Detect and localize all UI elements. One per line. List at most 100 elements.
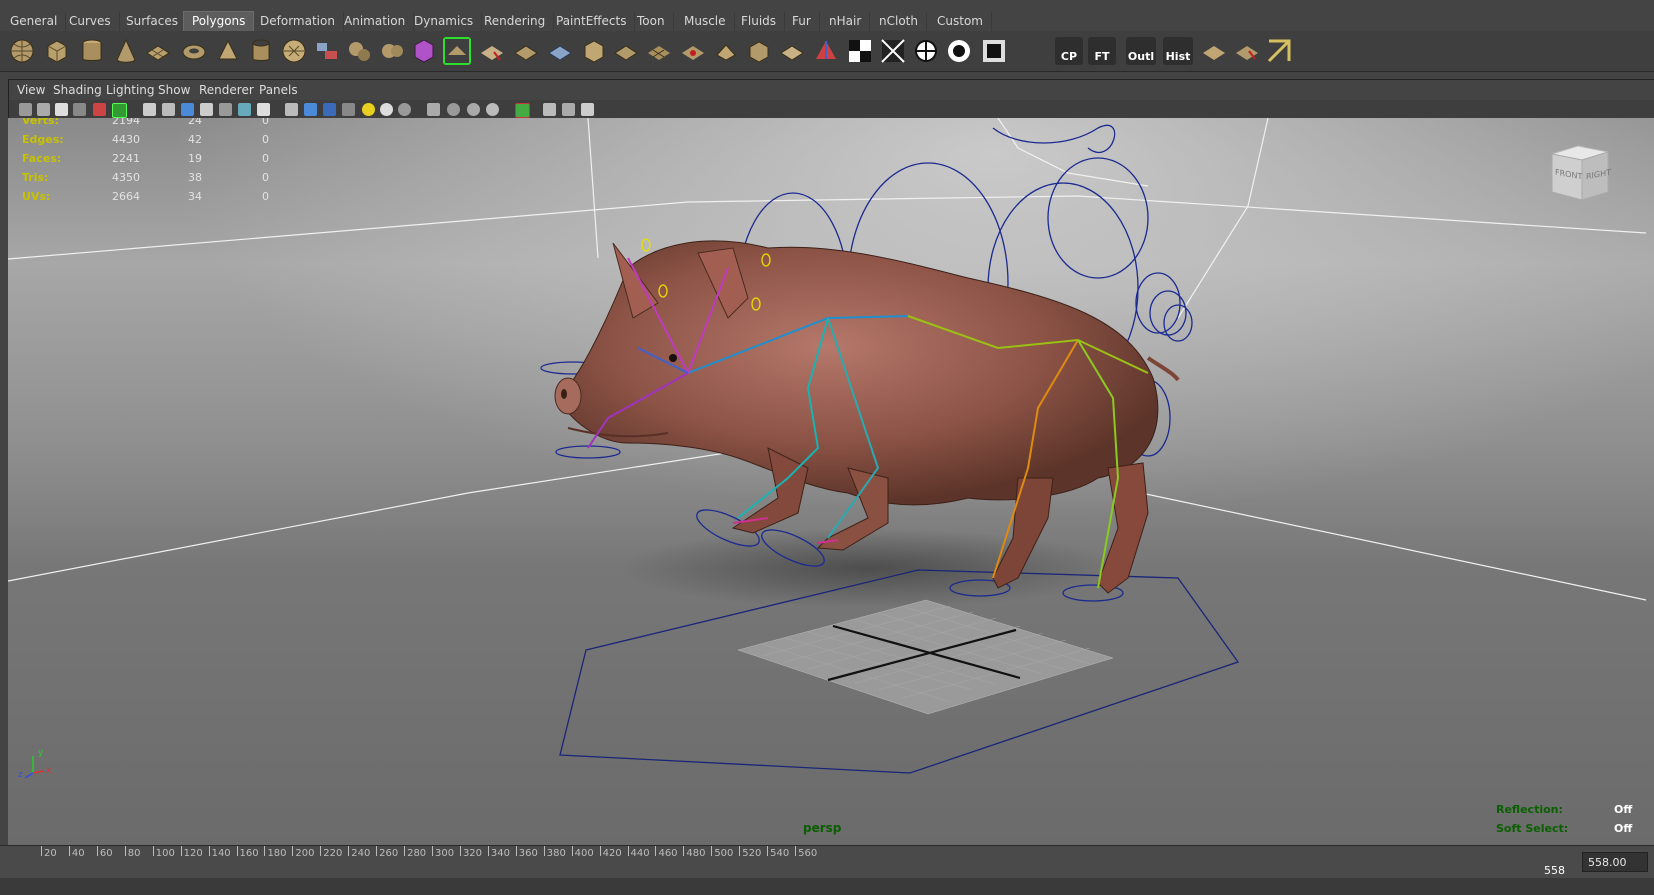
reduce-icon[interactable] — [410, 37, 438, 65]
use-all-lights-icon[interactable] — [362, 103, 375, 116]
tab-custom[interactable]: Custom — [929, 12, 992, 31]
image-plane-icon[interactable] — [73, 103, 86, 116]
field-chart-icon[interactable] — [219, 103, 232, 116]
append-polygon-icon[interactable] — [512, 37, 540, 65]
cp-button[interactable]: CP — [1055, 37, 1083, 65]
menu-panels[interactable]: Panels — [259, 83, 298, 97]
outliner-button[interactable]: Outl — [1126, 37, 1156, 65]
spherical-map-icon[interactable] — [945, 37, 973, 65]
poly-pipe-icon[interactable] — [247, 37, 275, 65]
tab-rendering[interactable]: Rendering — [476, 12, 555, 31]
uv-editor-icon[interactable] — [1200, 37, 1228, 65]
current-time-field[interactable]: 558.00 — [1582, 852, 1648, 872]
uv-checker-icon[interactable] — [846, 37, 874, 65]
tab-fur[interactable]: Fur — [784, 12, 820, 31]
bookmarks-icon[interactable] — [55, 103, 68, 116]
gate-mask-icon[interactable] — [200, 103, 213, 116]
hypergraph-button[interactable]: Hist — [1163, 37, 1193, 65]
time-tick — [767, 846, 769, 856]
tab-fluids[interactable]: Fluids — [733, 12, 786, 31]
planar-map-icon[interactable] — [879, 37, 907, 65]
safe-title-icon[interactable] — [257, 103, 270, 116]
frame-all-icon[interactable] — [543, 103, 556, 116]
tab-painteffects[interactable]: PaintEffects — [548, 12, 636, 31]
extrude-icon[interactable] — [443, 37, 471, 65]
tab-curves[interactable]: Curves — [61, 12, 120, 31]
bridge-icon[interactable] — [478, 37, 506, 65]
resolution-gate-icon[interactable] — [181, 103, 194, 116]
fill-hole-icon[interactable] — [778, 37, 806, 65]
chamfer-icon[interactable] — [712, 37, 740, 65]
tab-muscle[interactable]: Muscle — [676, 12, 735, 31]
select-tool-icon[interactable] — [1233, 37, 1261, 65]
tab-polygons[interactable]: Polygons — [183, 11, 255, 31]
poly-cube-icon[interactable] — [43, 37, 71, 65]
time-tick — [320, 846, 322, 856]
menu-renderer[interactable]: Renderer — [199, 83, 254, 97]
poly-cylinder-icon[interactable] — [78, 37, 106, 65]
offset-edge-loop-icon[interactable] — [612, 37, 640, 65]
wedge-icon[interactable] — [645, 37, 673, 65]
wireframe-icon[interactable] — [285, 103, 298, 116]
poly-plane-icon[interactable] — [144, 37, 172, 65]
poly-sphere-icon[interactable] — [8, 37, 36, 65]
grid-icon[interactable] — [143, 103, 156, 116]
time-tick — [68, 846, 70, 856]
time-slider[interactable]: 20 40 60 80 100 120 140 160 180 200 220 240 260 280 30… — [0, 845, 1654, 879]
menu-shading[interactable]: Shading — [53, 83, 102, 97]
bevel-icon[interactable] — [745, 37, 773, 65]
tab-toon[interactable]: Toon — [629, 12, 674, 31]
tab-deformation[interactable]: Deformation — [252, 12, 344, 31]
shadows-icon[interactable] — [380, 103, 393, 116]
smooth-icon[interactable] — [378, 37, 406, 65]
select-highlight-icon[interactable] — [515, 103, 530, 118]
perspective-viewport[interactable]: y x z Verts: 2194 24 0 Edges: 4430 42 0 Faces:… — [8, 118, 1654, 845]
tab-ncloth[interactable]: nCloth — [871, 12, 927, 31]
poly-cone-icon[interactable] — [112, 37, 140, 65]
tab-animation[interactable]: Animation — [336, 12, 415, 31]
tab-surfaces[interactable]: Surfaces — [118, 12, 187, 31]
split-polygon-icon[interactable] — [546, 37, 574, 65]
frame-selected-icon[interactable] — [562, 103, 575, 116]
xray-icon[interactable] — [447, 103, 460, 116]
film-gate-icon[interactable] — [162, 103, 175, 116]
select-camera-icon[interactable] — [19, 103, 32, 116]
poly-soccer-ball-icon[interactable] — [280, 37, 308, 65]
view-cube[interactable]: FRONT RIGHT — [1548, 144, 1611, 201]
screen-space-ao-icon[interactable] — [398, 103, 411, 116]
xray-components-icon[interactable] — [486, 103, 499, 116]
combine-icon[interactable] — [313, 37, 341, 65]
separate-icon[interactable] — [346, 37, 374, 65]
textured-icon[interactable] — [342, 103, 355, 116]
insert-edge-loop-icon[interactable] — [580, 37, 608, 65]
menu-lighting[interactable]: Lighting — [106, 83, 155, 97]
xray-joints-icon[interactable] — [467, 103, 480, 116]
menu-show[interactable]: Show — [158, 83, 190, 97]
wireframe-on-shaded-icon[interactable] — [323, 103, 336, 116]
time-tick-label: 60 — [99, 848, 113, 859]
cylindrical-map-icon[interactable] — [912, 37, 940, 65]
share-icon[interactable] — [581, 103, 594, 116]
layout-uvs-icon[interactable] — [1265, 37, 1293, 65]
camera-attributes-icon[interactable] — [37, 103, 50, 116]
smooth-shade-icon[interactable] — [304, 103, 317, 116]
poly-torus-icon[interactable] — [180, 37, 208, 65]
tab-dynamics[interactable]: Dynamics — [406, 12, 483, 31]
range-slider-bar[interactable] — [0, 878, 1654, 895]
ft-button[interactable]: FT — [1088, 37, 1116, 65]
safe-action-icon[interactable] — [238, 103, 251, 116]
menu-view[interactable]: View — [17, 83, 45, 97]
mirror-icon[interactable] — [812, 37, 840, 65]
axis-y-label: y — [38, 748, 44, 758]
tab-nhair[interactable]: nHair — [821, 12, 871, 31]
time-tick-label: 360 — [518, 848, 538, 859]
poly-prism-icon[interactable] — [214, 37, 242, 65]
auto-map-icon[interactable] — [980, 37, 1008, 65]
reflection-label: Reflection: — [1496, 803, 1563, 816]
current-frame-marker[interactable]: 558 — [1544, 864, 1565, 877]
poke-icon[interactable] — [679, 37, 707, 65]
isolate-select-icon[interactable] — [427, 103, 440, 116]
tab-general[interactable]: General — [2, 12, 67, 31]
grease-pencil-icon[interactable] — [112, 103, 127, 118]
2d-pan-zoom-icon[interactable] — [93, 103, 106, 116]
